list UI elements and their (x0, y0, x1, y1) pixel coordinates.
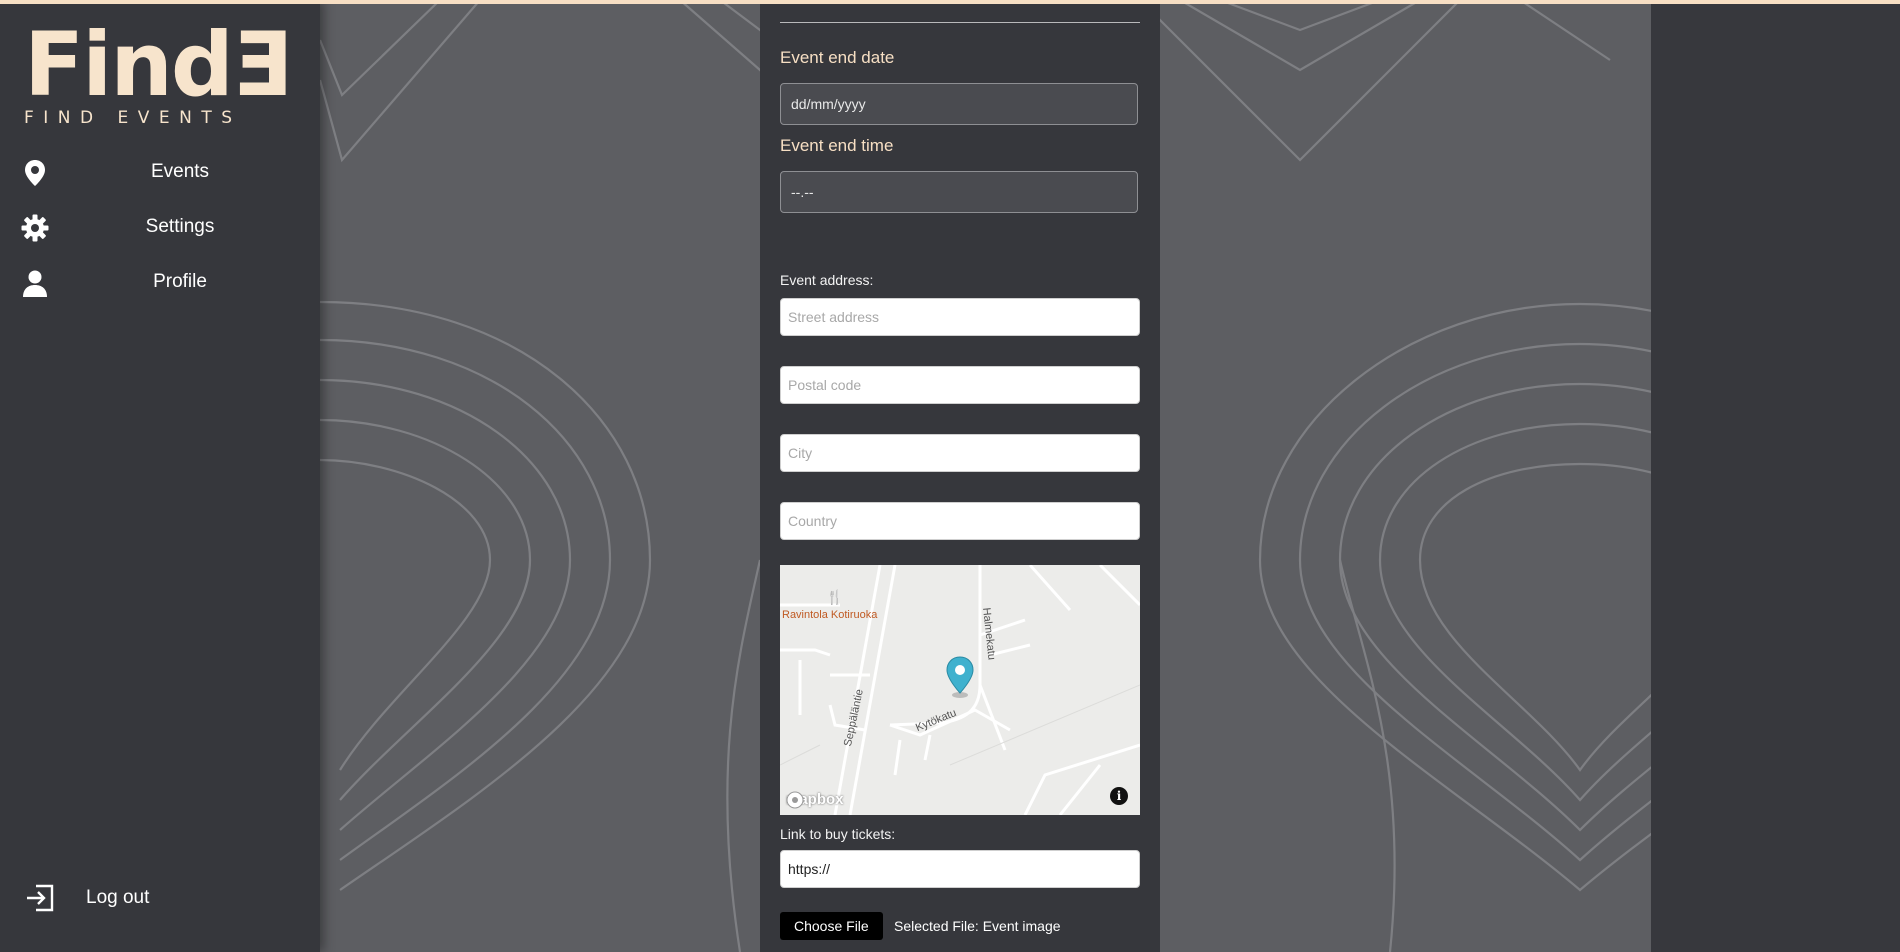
sidebar-item-events[interactable]: Events (0, 152, 320, 192)
choose-file-button[interactable]: Choose File (780, 912, 883, 940)
address-label: Event address: (780, 272, 874, 288)
sidebar-item-settings[interactable]: Settings (0, 207, 320, 247)
end-date-input[interactable]: dd/mm/yyyy (780, 83, 1138, 125)
event-form-panel: Event end date dd/mm/yyyy Event end time… (760, 4, 1160, 952)
end-date-value: dd/mm/yyyy (791, 96, 866, 112)
sidebar-item-profile[interactable]: Profile (0, 262, 320, 302)
restaurant-icon: 🍴 (826, 589, 844, 605)
map-info-icon[interactable]: i (1110, 787, 1128, 805)
city-input[interactable]: City (780, 434, 1140, 472)
map-pin-icon (25, 160, 45, 186)
mapbox-logo[interactable]: mapbox (786, 791, 844, 809)
tickets-label: Link to buy tickets: (780, 826, 896, 842)
section-divider (780, 22, 1140, 23)
logout-label: Log out (86, 887, 150, 908)
end-time-input[interactable]: --.-- (780, 171, 1138, 213)
street-address-input[interactable]: Street address (780, 298, 1140, 336)
street-address-placeholder: Street address (788, 309, 880, 325)
map-marker-icon[interactable] (944, 655, 976, 699)
logo-wordmark: FindƎ (24, 13, 292, 116)
location-map[interactable]: 🍴 Ravintola Kotiruoka Seppäläntie Kytöka… (780, 565, 1140, 815)
postal-code-input[interactable]: Postal code (780, 366, 1140, 404)
country-placeholder: Country (788, 513, 838, 529)
end-date-label: Event end date (780, 48, 895, 67)
map-poi-label: Ravintola Kotiruoka (782, 609, 878, 621)
logout-icon (27, 884, 54, 912)
sidebar: FindƎ FIND EVENTS Events Settings Profil… (0, 0, 320, 952)
end-time-label: Event end time (780, 136, 894, 155)
brand-logo[interactable]: FindƎ FIND EVENTS (24, 13, 292, 129)
mapbox-logo-icon (786, 791, 804, 809)
logo-tagline: FIND EVENTS (24, 108, 242, 128)
tickets-link-value: https:// (788, 861, 831, 877)
selected-file-text: Selected File: Event image (894, 918, 1061, 934)
logout-button[interactable]: Log out (24, 878, 149, 918)
sidebar-item-label: Events (150, 161, 210, 182)
tickets-link-input[interactable]: https:// (780, 850, 1140, 888)
right-dark-column (1651, 0, 1900, 952)
country-input[interactable]: Country (780, 502, 1140, 540)
top-accent-bar (0, 0, 1900, 4)
city-placeholder: City (788, 445, 813, 461)
gear-icon (21, 214, 49, 242)
sidebar-item-label: Profile (153, 271, 207, 292)
sidebar-item-label: Settings (145, 216, 215, 237)
user-icon (23, 270, 47, 297)
end-time-value: --.-- (791, 184, 814, 200)
postal-code-placeholder: Postal code (788, 377, 862, 393)
